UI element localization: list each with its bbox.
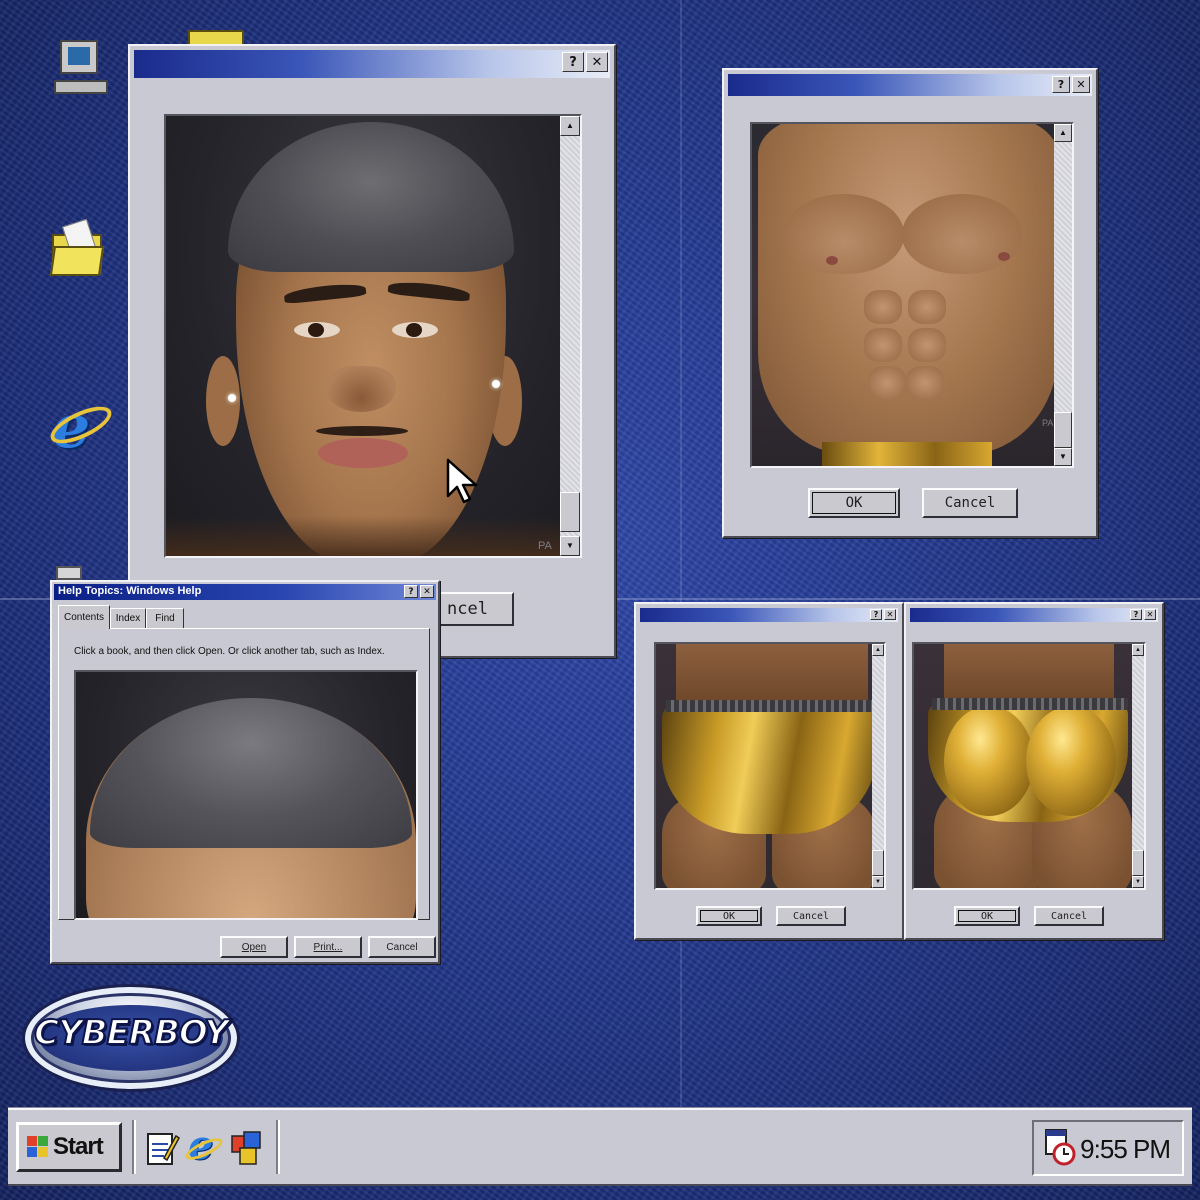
windows-logo-icon bbox=[27, 1136, 49, 1158]
trunks-back-ok-button[interactable]: OK bbox=[954, 906, 1020, 926]
scroll-up-arrow-icon[interactable]: ▲ bbox=[1054, 124, 1072, 142]
close-button[interactable]: ✕ bbox=[1072, 76, 1090, 93]
trunks-back-scrollbar[interactable]: ▲ ▼ bbox=[1132, 644, 1144, 888]
face-scrollbar[interactable]: ▲ ▼ bbox=[560, 116, 580, 556]
scroll-thumb[interactable] bbox=[872, 850, 884, 876]
taskbar-separator bbox=[276, 1120, 280, 1174]
task-scheduler-icon[interactable] bbox=[1044, 1128, 1076, 1166]
help-button[interactable]: ? bbox=[1052, 76, 1070, 93]
start-button[interactable]: Start bbox=[16, 1122, 122, 1172]
help-button[interactable]: ? bbox=[404, 585, 418, 598]
watermark-text: PA bbox=[538, 540, 552, 552]
face-window: ? ✕ PA ▲ ▼ ncel bbox=[128, 44, 616, 658]
scroll-thumb[interactable] bbox=[1132, 850, 1144, 876]
taskbar: Start e 9:55 PM bbox=[8, 1108, 1192, 1186]
trunks-front-cancel-button[interactable]: Cancel bbox=[776, 906, 846, 926]
cyberboy-logo: CYBERBOY bbox=[22, 984, 240, 1092]
close-button[interactable]: ✕ bbox=[1144, 609, 1156, 620]
tab-index[interactable]: Index bbox=[110, 608, 146, 628]
computer-icon[interactable] bbox=[50, 36, 114, 100]
clock[interactable]: 9:55 PM bbox=[1080, 1134, 1171, 1165]
torso-image-pane: PA ▲ ▼ bbox=[750, 122, 1074, 468]
watermark-text: PA bbox=[1042, 418, 1054, 428]
torso-ok-button[interactable]: OK bbox=[808, 488, 900, 518]
scroll-down-arrow-icon[interactable]: ▼ bbox=[872, 876, 884, 888]
face-image-pane: PA ▲ ▼ bbox=[164, 114, 582, 558]
trunks-back-photo bbox=[914, 644, 1144, 888]
scroll-thumb[interactable] bbox=[1054, 412, 1072, 448]
help-button[interactable]: ? bbox=[1130, 609, 1142, 620]
scroll-down-arrow-icon[interactable]: ▼ bbox=[1054, 448, 1072, 466]
notepad-icon[interactable] bbox=[144, 1128, 180, 1168]
help-image-pane bbox=[74, 670, 418, 920]
torso-scrollbar[interactable]: ▲ ▼ bbox=[1054, 124, 1072, 466]
scroll-up-arrow-icon[interactable]: ▲ bbox=[1132, 644, 1144, 656]
channels-icon[interactable] bbox=[228, 1128, 264, 1168]
help-topics-title: Help Topics: Windows Help bbox=[58, 585, 202, 597]
trunks-front-pane: ▲ ▼ bbox=[654, 642, 886, 890]
scroll-down-arrow-icon[interactable]: ▼ bbox=[560, 536, 580, 556]
head-closeup-photo bbox=[76, 672, 416, 918]
folder-icon[interactable] bbox=[48, 216, 112, 280]
scroll-up-arrow-icon[interactable]: ▲ bbox=[560, 116, 580, 136]
trunks-front-titlebar[interactable]: ? ✕ bbox=[640, 608, 898, 622]
help-button[interactable]: ? bbox=[870, 609, 882, 620]
internet-explorer-icon[interactable]: e bbox=[182, 1122, 226, 1169]
help-button[interactable]: ? bbox=[562, 52, 584, 72]
tab-contents[interactable]: Contents bbox=[58, 605, 110, 629]
start-label: Start bbox=[53, 1133, 104, 1160]
logo-text: CYBERBOY bbox=[33, 1012, 230, 1054]
scroll-up-arrow-icon[interactable]: ▲ bbox=[872, 644, 884, 656]
torso-cancel-button[interactable]: Cancel bbox=[922, 488, 1018, 518]
torso-window-titlebar[interactable]: ? ✕ bbox=[728, 74, 1092, 96]
trunks-front-scrollbar[interactable]: ▲ ▼ bbox=[872, 644, 884, 888]
taskbar-separator bbox=[132, 1120, 136, 1174]
trunks-front-ok-button[interactable]: OK bbox=[696, 906, 762, 926]
trunks-back-pane: ▲ ▼ bbox=[912, 642, 1146, 890]
trunks-back-titlebar[interactable]: ? ✕ bbox=[910, 608, 1158, 622]
close-button[interactable]: ✕ bbox=[586, 52, 608, 72]
help-instruction-text: Click a book, and then click Open. Or cl… bbox=[74, 646, 385, 657]
trunks-front-photo bbox=[656, 644, 884, 888]
scroll-thumb[interactable] bbox=[560, 492, 580, 532]
mouse-cursor-icon bbox=[446, 458, 478, 504]
scroll-down-arrow-icon[interactable]: ▼ bbox=[1132, 876, 1144, 888]
folder-icon-partial[interactable] bbox=[188, 30, 244, 44]
system-tray: 9:55 PM bbox=[1032, 1120, 1184, 1176]
print-button[interactable]: Print... bbox=[294, 936, 362, 958]
trunks-back-window: ? ✕ ▲ ▼ OK Cancel bbox=[904, 602, 1164, 940]
help-cancel-button[interactable]: Cancel bbox=[368, 936, 436, 958]
help-topics-titlebar[interactable]: Help Topics: Windows Help ? ✕ bbox=[54, 584, 436, 600]
torso-photo: PA bbox=[752, 124, 1072, 466]
trunks-front-window: ? ✕ ▲ ▼ OK Cancel bbox=[634, 602, 904, 940]
face-window-titlebar[interactable]: ? ✕ bbox=[134, 50, 610, 78]
open-button[interactable]: Open bbox=[220, 936, 288, 958]
internet-explorer-icon[interactable]: e bbox=[45, 392, 117, 462]
close-button[interactable]: ✕ bbox=[884, 609, 896, 620]
torso-window: ? ✕ PA ▲ ▼ OK Cancel bbox=[722, 68, 1098, 538]
trunks-back-cancel-button[interactable]: Cancel bbox=[1034, 906, 1104, 926]
face-portrait: PA bbox=[166, 116, 580, 556]
desktop-icon-partial[interactable] bbox=[56, 566, 82, 580]
tab-find[interactable]: Find bbox=[146, 608, 184, 628]
close-button[interactable]: ✕ bbox=[420, 585, 434, 598]
desktop-seam-vertical bbox=[680, 0, 682, 1108]
help-topics-window: Help Topics: Windows Help ? ✕ Contents I… bbox=[50, 580, 440, 964]
